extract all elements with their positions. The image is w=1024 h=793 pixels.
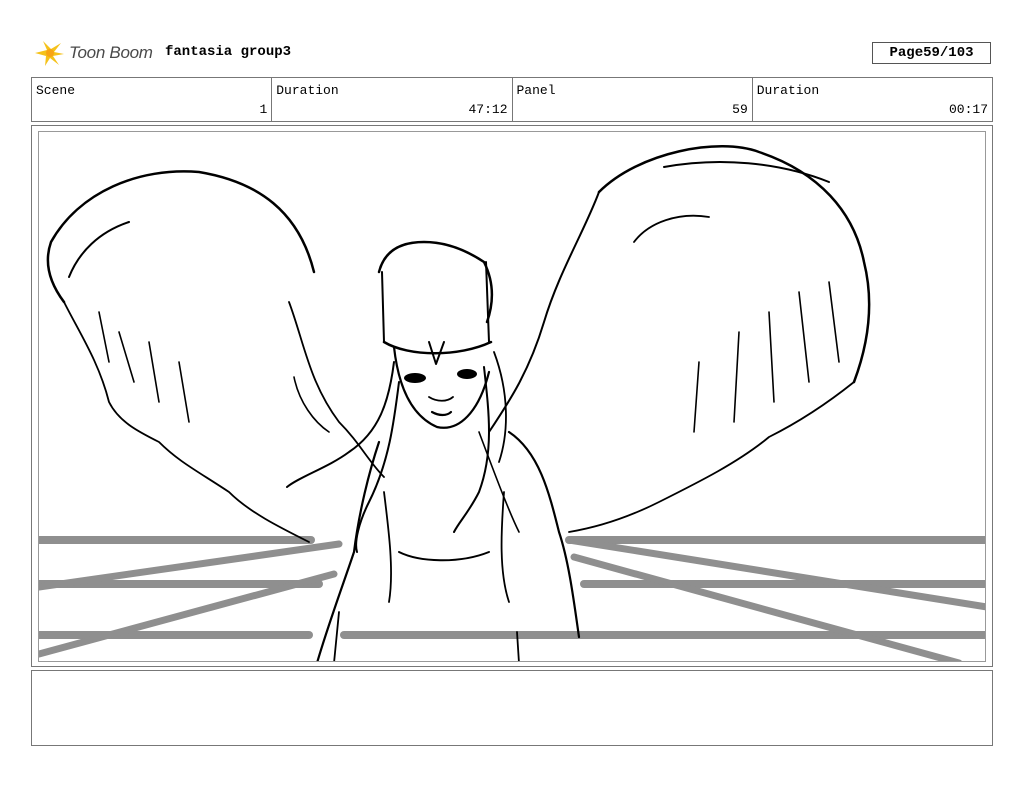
panel-duration-value: 00:17 (948, 102, 988, 117)
panel-value: 59 (732, 102, 748, 117)
scene-duration-cell: Duration 47:12 (272, 78, 513, 121)
panel-info-row: Scene 1 Duration 47:12 Panel 59 Duration… (31, 77, 993, 122)
panel-sketch (39, 145, 985, 661)
page-indicator: Page 59/103 (872, 42, 991, 64)
toon-boom-logo: Toon Boom (33, 38, 153, 68)
panel-duration-label: Duration (756, 83, 820, 98)
scene-label: Scene (36, 83, 76, 98)
scene-value: 1 (259, 102, 268, 117)
panel-notes-box (31, 670, 993, 746)
panel-cell: Panel 59 (513, 78, 753, 121)
brand-name: Toon Boom (69, 43, 153, 62)
scene-cell: Scene 1 (32, 78, 273, 121)
panel-drawing-area (38, 131, 986, 662)
scene-duration-label: Duration (276, 83, 339, 98)
page-number: 59/103 (923, 45, 974, 61)
star-burst-icon (35, 41, 64, 66)
panel-duration-cell: Duration 00:17 (753, 78, 992, 121)
page-label: Page (889, 45, 924, 61)
ring-ropes (39, 536, 985, 661)
project-title: fantasia group3 (165, 44, 292, 60)
scene-duration-value: 47:12 (468, 102, 508, 117)
panel-label: Panel (516, 83, 556, 98)
